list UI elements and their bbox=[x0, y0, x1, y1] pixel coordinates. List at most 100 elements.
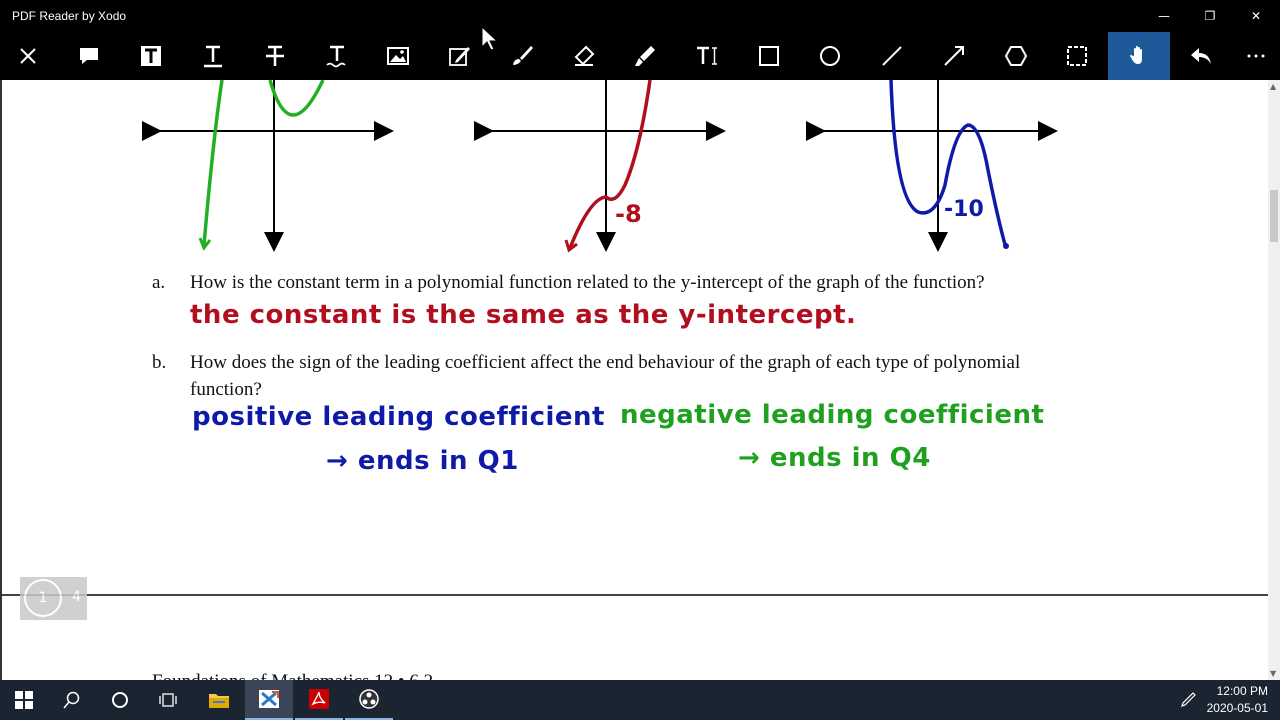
taskbar: 12:00 PM 2020-05-01 bbox=[0, 680, 1280, 720]
question-b-text-line2: function? bbox=[190, 379, 262, 400]
polygon-icon bbox=[1004, 46, 1028, 66]
restore-button[interactable]: ❐ bbox=[1187, 0, 1233, 32]
search-icon bbox=[63, 691, 80, 709]
scroll-down-icon[interactable]: ▼ bbox=[1270, 669, 1276, 678]
more-icon bbox=[1247, 54, 1265, 58]
signature-icon bbox=[449, 47, 470, 66]
undo-tool[interactable] bbox=[1178, 32, 1224, 80]
eraser-icon bbox=[574, 45, 595, 66]
curve-end bbox=[1003, 243, 1009, 249]
polygon-tool[interactable] bbox=[993, 32, 1039, 80]
file-explorer-button[interactable] bbox=[195, 680, 243, 720]
underline-icon bbox=[204, 45, 222, 68]
comment-tool[interactable] bbox=[66, 32, 112, 80]
y-intercept-label: -10 bbox=[944, 197, 984, 222]
graph-2: -8 bbox=[474, 80, 726, 253]
more-tool[interactable] bbox=[1233, 32, 1279, 80]
graph-3: -10 bbox=[806, 80, 1058, 252]
question-a-letter: a. bbox=[152, 272, 166, 293]
curve bbox=[889, 80, 1008, 249]
highlighter-icon bbox=[635, 46, 655, 66]
obs-icon bbox=[359, 689, 379, 709]
system-clock[interactable]: 12:00 PM 2020-05-01 bbox=[1207, 683, 1268, 717]
ellipse-icon bbox=[820, 46, 840, 66]
page-indicator[interactable]: 1 4 bbox=[20, 577, 87, 620]
cortana-icon bbox=[112, 692, 128, 708]
cortana-button[interactable] bbox=[96, 680, 144, 720]
window-title: PDF Reader by Xodo bbox=[12, 9, 127, 23]
clock-time: 12:00 PM bbox=[1216, 684, 1268, 698]
line-tool[interactable] bbox=[869, 32, 915, 80]
squiggly-icon bbox=[326, 45, 346, 68]
pan-tool[interactable] bbox=[1108, 32, 1170, 80]
xodo-app-button[interactable] bbox=[245, 680, 293, 720]
undo-icon bbox=[1191, 48, 1211, 64]
answer-positive-ends: → ends in Q1 bbox=[326, 446, 519, 476]
free-text-icon bbox=[697, 46, 717, 65]
close-window-button[interactable]: ✕ bbox=[1233, 0, 1279, 32]
answer-a: the constant is the same as the y-interc… bbox=[190, 300, 857, 330]
comment-icon bbox=[80, 48, 98, 64]
highlighter-tool[interactable] bbox=[622, 32, 668, 80]
highlight-text-icon bbox=[141, 46, 161, 66]
answer-negative: negative leading coefficient bbox=[620, 400, 1045, 430]
pen-icon bbox=[1181, 692, 1196, 707]
curve bbox=[202, 80, 224, 246]
rectangle-icon bbox=[759, 46, 779, 66]
eraser-tool[interactable] bbox=[561, 32, 607, 80]
question-b-text-line1: How does the sign of the leading coeffic… bbox=[190, 352, 1021, 373]
task-view-button[interactable] bbox=[144, 680, 192, 720]
obs-app-button[interactable] bbox=[345, 680, 393, 720]
hand-icon bbox=[1130, 46, 1142, 64]
brush-icon bbox=[513, 46, 533, 65]
page-break bbox=[2, 594, 1268, 596]
select-area-icon bbox=[1067, 46, 1087, 66]
acrobat-app-button[interactable] bbox=[295, 680, 343, 720]
answer-positive: positive leading coefficient bbox=[192, 402, 605, 432]
ellipse-tool[interactable] bbox=[807, 32, 853, 80]
answer-negative-ends: → ends in Q4 bbox=[738, 443, 931, 473]
total-pages: 4 bbox=[72, 589, 81, 605]
strikeout-tool[interactable] bbox=[252, 32, 298, 80]
scroll-up-icon[interactable]: ▲ bbox=[1270, 82, 1276, 91]
free-text-tool[interactable] bbox=[684, 32, 730, 80]
folder-icon bbox=[209, 694, 229, 708]
highlight-text-tool[interactable] bbox=[128, 32, 174, 80]
y-intercept-label: -8 bbox=[615, 200, 642, 228]
scrollbar-thumb[interactable] bbox=[1270, 190, 1278, 242]
pen-workspace-button[interactable] bbox=[1164, 680, 1212, 720]
mouse-cursor-icon bbox=[481, 25, 499, 51]
close-icon bbox=[20, 48, 36, 64]
clock-date: 2020-05-01 bbox=[1206, 701, 1268, 715]
acrobat-icon bbox=[309, 689, 329, 709]
underline-tool[interactable] bbox=[190, 32, 236, 80]
task-view-icon bbox=[159, 693, 177, 707]
current-page: 1 bbox=[24, 579, 62, 617]
image-icon bbox=[387, 47, 409, 65]
arrow-icon bbox=[944, 46, 964, 66]
start-button[interactable] bbox=[0, 680, 48, 720]
next-page-header: Foundations of Mathematics 12 • 6.2 bbox=[152, 672, 433, 680]
graphs-area: -8 -10 bbox=[142, 80, 1058, 253]
rectangle-tool[interactable] bbox=[746, 32, 792, 80]
search-button[interactable] bbox=[48, 680, 96, 720]
select-area-tool[interactable] bbox=[1054, 32, 1100, 80]
signature-tool[interactable] bbox=[437, 32, 483, 80]
xodo-icon bbox=[259, 690, 279, 708]
line-icon bbox=[882, 46, 902, 66]
title-bar: PDF Reader by Xodo — ❐ ✕ bbox=[0, 0, 1280, 32]
question-b-letter: b. bbox=[152, 352, 167, 373]
vertical-scrollbar[interactable]: ▲ ▼ bbox=[1268, 80, 1280, 680]
strikeout-icon bbox=[266, 45, 284, 66]
squiggly-tool[interactable] bbox=[314, 32, 360, 80]
image-tool[interactable] bbox=[375, 32, 421, 80]
close-tool[interactable] bbox=[5, 32, 51, 80]
graph-1 bbox=[142, 80, 394, 252]
arrow-tool[interactable] bbox=[931, 32, 977, 80]
curve bbox=[268, 80, 325, 117]
minimize-button[interactable]: — bbox=[1141, 0, 1187, 32]
question-a-text: How is the constant term in a polynomial… bbox=[190, 272, 985, 293]
windows-icon bbox=[15, 691, 33, 709]
brush-tool[interactable] bbox=[499, 32, 545, 80]
annotation-toolbar bbox=[0, 32, 1280, 80]
